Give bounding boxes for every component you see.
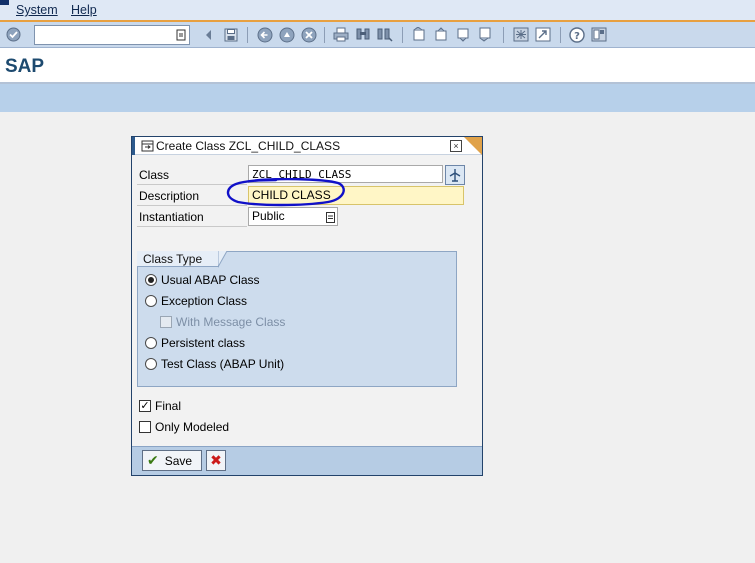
radio-button[interactable] [145,295,157,307]
radio-button[interactable] [145,274,157,286]
enter-icon[interactable] [5,26,22,43]
class-type-title: Class Type [143,252,203,266]
command-field[interactable] [34,25,190,45]
save-label: Save [164,453,193,468]
radio-persistent-class[interactable]: Persistent class [145,335,245,351]
instantiation-value: Public [252,209,285,223]
checkbox-disabled [160,316,172,328]
instantiation-label: Instantiation [139,210,204,224]
radio-label: Persistent class [161,336,246,350]
cancel-icon[interactable] [300,26,317,43]
checkbox[interactable]: ✓ [139,400,151,412]
row-divider [137,184,247,185]
final-label: Final [155,399,182,413]
menu-help-label: Help [71,3,97,17]
class-type-tab: Class Type [137,251,219,267]
title-bar: SAP [0,48,755,84]
cancel-icon[interactable]: ✖ [206,450,226,471]
back-icon[interactable] [256,26,273,43]
checkmark-icon: ✔ [147,452,159,468]
description-field[interactable]: CHILD CLASS [248,186,464,205]
row-divider [137,205,247,206]
radio-exception-class[interactable]: Exception Class [145,293,247,309]
toolbar-separator [503,27,504,43]
close-icon[interactable]: × [450,140,462,152]
class-label: Class [139,168,170,182]
previous-page-icon[interactable] [432,26,449,43]
create-shortcut-icon[interactable] [534,26,551,43]
print-icon[interactable] [332,26,349,43]
toolbar-separator [324,27,325,43]
standard-toolbar: ? [0,22,755,48]
radio-test-class[interactable]: Test Class (ABAP Unit) [145,356,284,372]
new-session-icon[interactable] [512,26,529,43]
customize-layout-icon[interactable] [590,26,607,43]
class-match-icon[interactable] [445,165,465,185]
radio-label: Usual ABAP Class [161,273,260,287]
find-next-icon[interactable] [376,26,393,43]
row-divider [137,226,247,227]
group-tab-slope [218,251,228,268]
class-name-field[interactable]: ZCL_CHILD_CLASS [248,165,443,183]
final-checkbox[interactable]: ✓ Final [139,398,181,414]
menu-system[interactable]: System [16,3,58,17]
radio-label: Test Class (ABAP Unit) [161,357,285,371]
save-button[interactable]: ✔ Save [142,450,202,471]
menu-bar: System Help [0,0,755,22]
instantiation-select[interactable]: Public [248,207,338,226]
next-page-icon[interactable] [454,26,471,43]
back-arrow-icon[interactable] [200,26,217,43]
svg-text:?: ? [574,31,580,42]
radio-usual-abap-class[interactable]: Usual ABAP Class [145,272,260,288]
application-toolbar [0,84,755,112]
find-icon[interactable] [354,26,371,43]
dialog-title-bar[interactable]: Create Class ZCL_CHILD_CLASS × [132,137,482,155]
only-modeled-checkbox[interactable]: Only Modeled [139,419,229,435]
description-label: Description [139,189,200,203]
last-page-icon[interactable] [476,26,493,43]
with-message-class-checkbox: With Message Class [160,314,285,330]
command-field-dropdown-icon[interactable] [175,28,187,42]
first-page-icon[interactable] [410,26,427,43]
dialog-title: Create Class ZCL_CHILD_CLASS [156,139,341,153]
exit-icon[interactable] [278,26,295,43]
menu-system-label: System [16,3,58,17]
checkbox[interactable] [139,421,151,433]
screen-title: SAP [5,56,45,77]
dialog-accent [132,137,135,155]
only-modeled-label: Only Modeled [155,420,230,434]
toolbar-separator [402,27,403,43]
corner-mark [0,0,9,5]
radio-button[interactable] [145,337,157,349]
help-icon[interactable]: ? [568,26,585,43]
radio-label: Exception Class [161,294,248,308]
menu-help[interactable]: Help [71,3,97,17]
radio-button[interactable] [145,358,157,370]
toolbar-separator [247,27,248,43]
toolbar-separator [560,27,561,43]
dialog-footer: ✔ Save ✖ [132,446,482,475]
dropdown-icon[interactable] [325,211,335,223]
dialog-window-icon [140,139,154,152]
save-icon[interactable] [222,26,239,43]
create-class-dialog: Create Class ZCL_CHILD_CLASS × Class ZCL… [131,136,483,476]
checkbox-label: With Message Class [176,315,286,329]
